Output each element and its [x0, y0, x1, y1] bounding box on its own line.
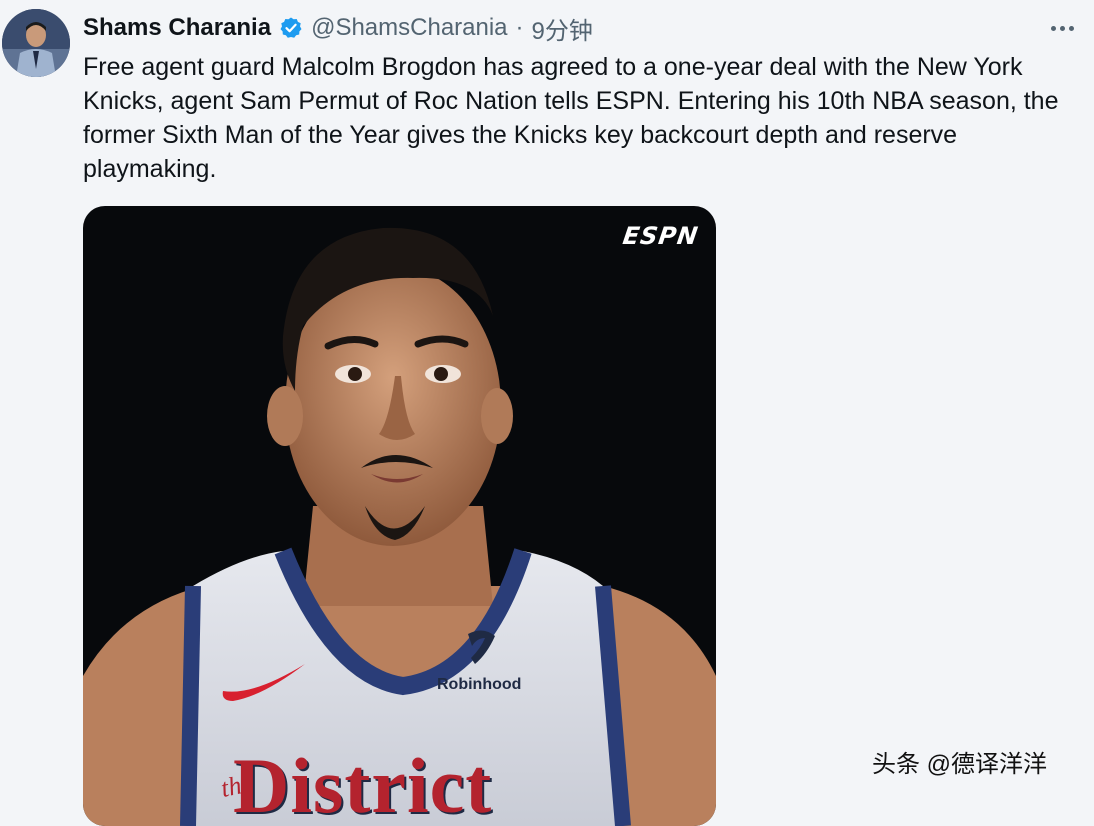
- jersey-sponsor: Robinhood: [437, 676, 522, 693]
- tweet-header: Shams Charania @ShamsCharania · 9分钟: [83, 10, 593, 46]
- tweet[interactable]: Shams Charania @ShamsCharania · 9分钟 Free…: [0, 0, 1094, 826]
- verified-badge-icon: [279, 16, 303, 40]
- author-name[interactable]: Shams Charania: [83, 14, 271, 42]
- espn-logo: ESPN: [620, 222, 700, 250]
- jersey-district-text: District: [233, 742, 493, 826]
- player-photo: [83, 227, 716, 826]
- separator-dot: ·: [515, 14, 524, 41]
- tweet-text: Free agent guard Malcolm Brogdon has agr…: [83, 53, 1059, 183]
- watermark: 头条 @德译洋洋: [872, 751, 1048, 778]
- timestamp[interactable]: 9分钟: [532, 11, 593, 46]
- tweet-media-image[interactable]: ESPN Robinhood the District: [83, 206, 716, 826]
- avatar[interactable]: [2, 9, 70, 77]
- more-options-icon[interactable]: [1046, 14, 1078, 42]
- author-handle[interactable]: @ShamsCharania: [311, 14, 507, 42]
